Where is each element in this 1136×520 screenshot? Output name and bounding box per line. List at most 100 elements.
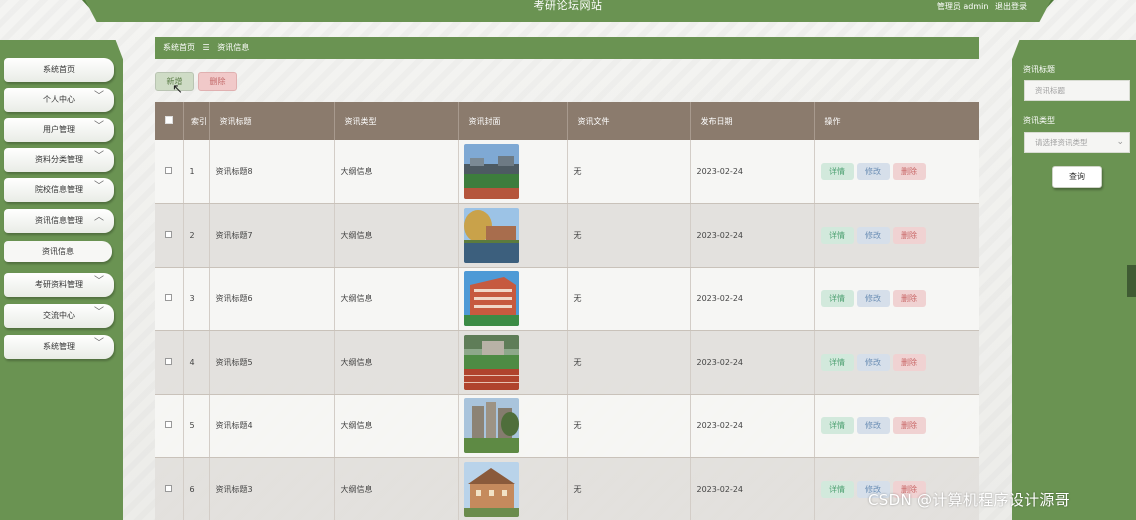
red-building-photo[interactable] [463,271,519,327]
sidebar-subitem-news[interactable]: 资讯信息 [4,241,112,262]
sidebar-item-label: 资讯信息管理 [35,216,83,225]
type-select[interactable]: 请选择资讯类型 ⌄ [1024,132,1130,153]
row-select-cell [155,267,184,331]
cell-type: 大纲信息 [334,203,459,268]
row-checkbox[interactable] [165,484,173,492]
edit-button[interactable]: 修改 [856,226,890,244]
cell-type: 大纲信息 [334,330,459,395]
sidebar-item-home[interactable]: 系统首页 [4,58,114,82]
chevron-down-icon: ﹀ [94,276,104,287]
column-header-title: 资讯标题 [209,102,335,140]
column-header-date: 发布日期 [690,102,815,140]
title-search-input[interactable]: 资讯标题 [1024,80,1130,101]
sidebar-item-category-management[interactable]: 资料分类管理 ﹀ [4,148,114,172]
cell-index: 2 [183,203,210,268]
row-delete-button[interactable]: 删除 [892,163,926,180]
delete-button[interactable]: 删除 [198,72,237,91]
top-header: 考研论坛网站 管理员 admin 退出登录 [85,0,1051,22]
detail-button[interactable]: 详情 [820,417,854,435]
site-title: 考研论坛网站 [533,0,603,12]
running-track-photo[interactable] [463,334,519,390]
edit-button[interactable]: 修改 [856,417,890,435]
edit-button[interactable]: 修改 [856,163,890,180]
row-delete-button[interactable]: 删除 [892,290,926,308]
sidebar-item-school-management[interactable]: 院校信息管理 ﹀ [4,178,114,202]
detail-button[interactable]: 详情 [820,480,854,498]
sidebar-item-label: 考研资料管理 [35,280,83,289]
row-delete-button[interactable]: 删除 [892,417,926,435]
table-row: 4 资讯标题5 大纲信息 无 2023-02-24 详情 修改 删除 [155,330,979,395]
sidebar-item-label: 用户管理 [43,125,75,134]
select-all-checkbox[interactable] [164,116,173,124]
cell-type: 大纲信息 [334,140,459,204]
tower-building-photo[interactable] [463,398,519,454]
lake-campus-photo[interactable] [463,207,519,263]
row-delete-button[interactable]: 删除 [892,226,926,244]
cell-ops: 详情 修改 删除 [814,394,979,458]
detail-button[interactable]: 详情 [820,163,854,180]
breadcrumb-home[interactable]: 系统首页 [163,43,195,52]
cell-file: 无 [567,140,691,204]
sidebar-item-system-management[interactable]: 系统管理 ﹀ [4,335,114,359]
cell-cover [458,330,568,395]
cell-date: 2023-02-24 [690,140,815,204]
sidebar-item-personal-center[interactable]: 个人中心 ﹀ [4,88,114,112]
menu-icon: ☰ [202,43,210,52]
detail-button[interactable]: 详情 [820,290,854,308]
mouse-pointer-icon: ↖ [172,82,183,97]
row-checkbox[interactable] [165,230,173,238]
edit-button[interactable]: 修改 [856,290,890,308]
cell-date: 2023-02-24 [690,203,815,268]
sidebar-item-label: 资讯信息 [42,247,74,256]
sidebar-item-materials-management[interactable]: 考研资料管理 ﹀ [4,273,114,297]
cell-index: 1 [183,140,210,204]
chevron-up-icon: ︿ [94,212,104,223]
cell-cover [458,267,568,331]
sidebar-item-label: 交流中心 [43,311,75,320]
cell-index: 5 [183,394,210,458]
row-checkbox[interactable] [165,421,173,429]
row-select-cell [155,330,184,395]
table-row: 6 资讯标题3 大纲信息 无 2023-02-24 详情 修改 删除 [155,457,979,520]
detail-button[interactable]: 详情 [820,226,854,244]
cell-ops: 详情 修改 删除 [814,330,979,395]
breadcrumb: 系统首页 ☰ 资讯信息 [155,37,979,59]
table-row: 2 资讯标题7 大纲信息 无 2023-02-24 详情 修改 删除 [155,203,979,268]
cell-cover [458,457,568,520]
sidebar-item-label: 个人中心 [43,95,75,104]
sidebar-item-exchange-center[interactable]: 交流中心 ﹀ [4,304,114,328]
sidebar-item-news-management[interactable]: 资讯信息管理 ︿ [4,209,114,233]
sidebar-item-label: 院校信息管理 [35,185,83,194]
search-panel: 资讯标题 资讯标题 资讯类型 请选择资讯类型 ⌄ 查询 [1012,40,1136,520]
chevron-down-icon: ﹀ [94,121,104,132]
stadium-photo[interactable] [463,144,519,199]
table-row: 1 资讯标题8 大纲信息 无 2023-02-24 详情 修改删除 [155,140,979,204]
sidebar-item-user-management[interactable]: 用户管理 ﹀ [4,118,114,142]
sidebar-item-label: 资料分类管理 [35,155,83,164]
cell-type: 大纲信息 [334,267,459,331]
sidebar-item-label: 系统首页 [43,65,75,74]
logout-link[interactable]: 退出登录 [995,2,1027,11]
row-checkbox[interactable] [165,357,173,365]
cell-cover [458,203,568,268]
brick-hall-photo[interactable] [463,461,519,517]
chevron-down-icon: ﹀ [94,91,104,102]
cell-index: 6 [183,457,210,520]
type-select-placeholder: 请选择资讯类型 [1035,138,1088,147]
query-button[interactable]: 查询 [1052,166,1102,188]
chevron-down-icon: ⌄ [1116,137,1124,147]
detail-button[interactable]: 详情 [820,353,854,371]
select-all-cell [155,102,184,140]
row-delete-button[interactable]: 删除 [892,353,926,371]
row-checkbox[interactable] [165,167,173,174]
edit-button[interactable]: 修改 [856,353,890,371]
cell-file: 无 [567,330,691,395]
title-filter-label: 资讯标题 [1023,65,1055,74]
cell-type: 大纲信息 [334,457,459,520]
cell-type: 大纲信息 [334,394,459,458]
table-row: 3 资讯标题6 大纲信息 无 2023-02-24 详情 修改删除 [155,267,979,331]
scrollbar-handle[interactable] [1127,265,1136,297]
row-checkbox[interactable] [165,294,173,302]
cell-ops: 详情 修改 删除 [814,140,979,204]
user-label: 管理员 admin [936,2,989,11]
